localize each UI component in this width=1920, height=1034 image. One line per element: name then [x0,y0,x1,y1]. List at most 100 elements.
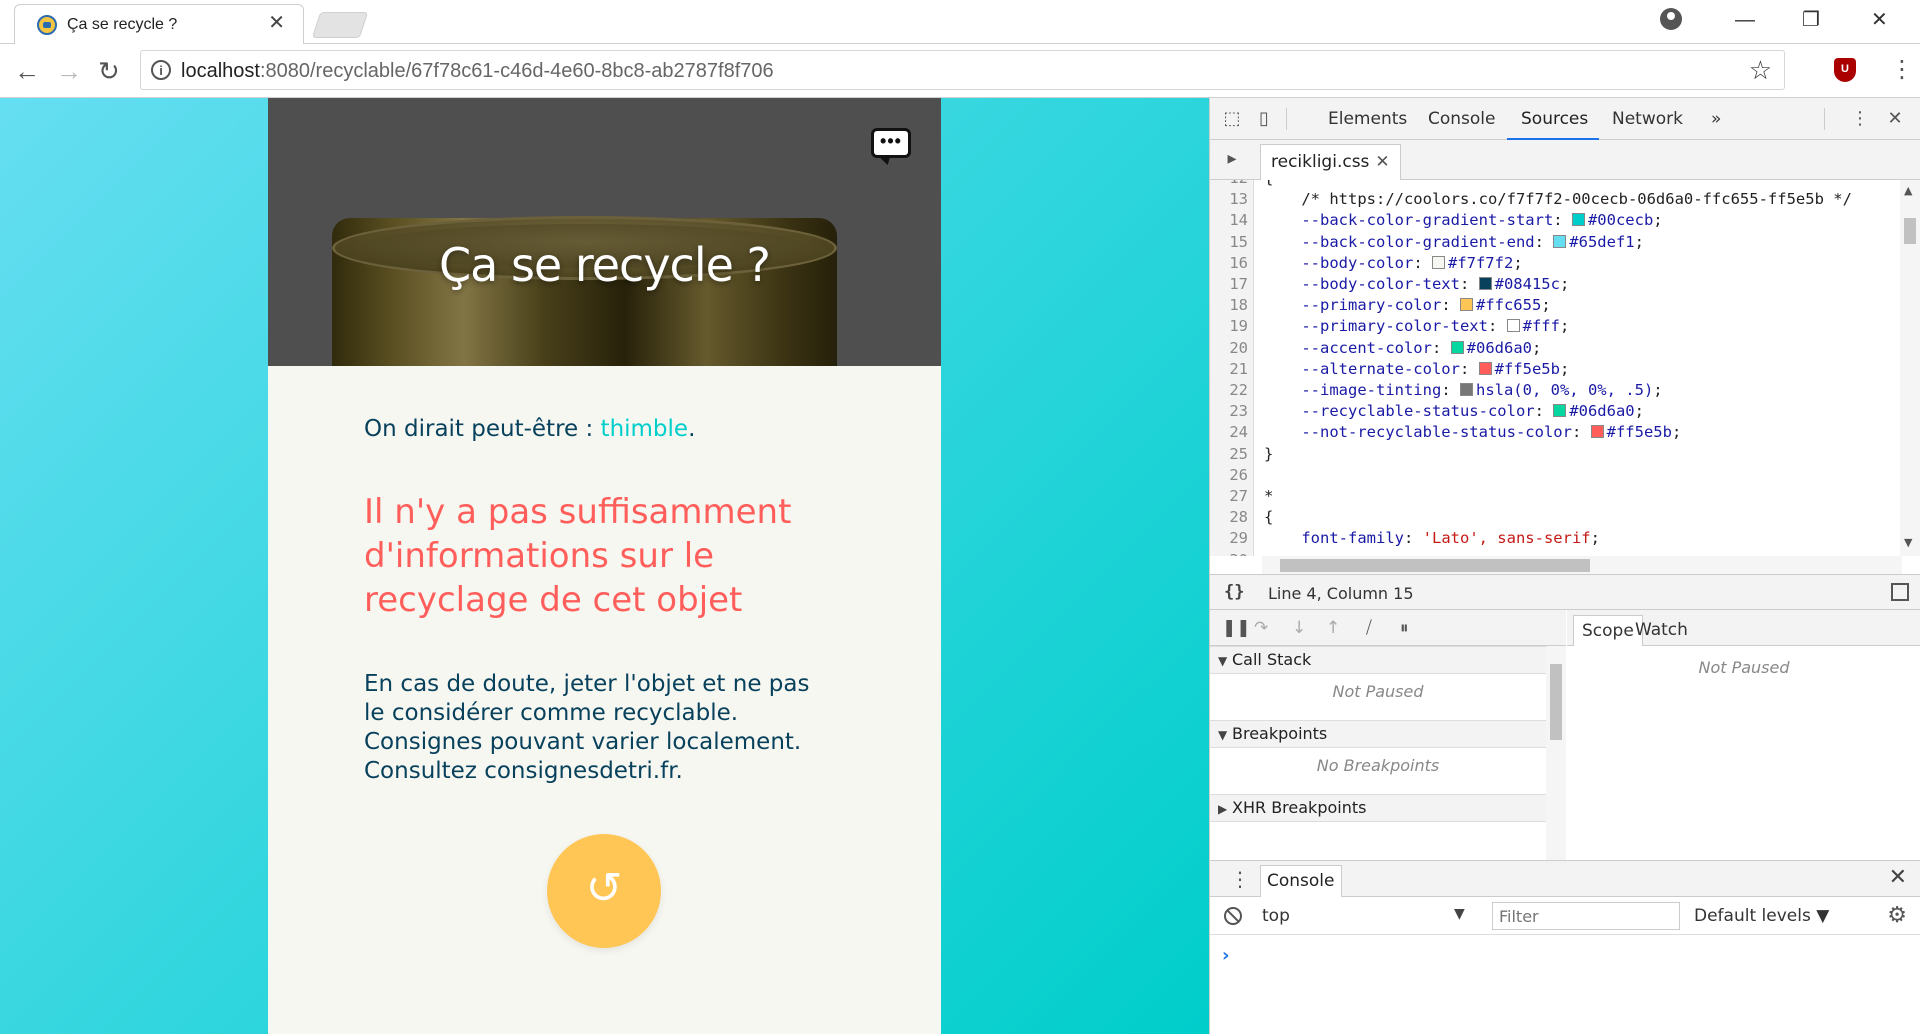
line-number: 21 [1229,359,1248,378]
new-tab-button[interactable] [311,12,369,38]
dropdown-arrow-icon[interactable]: ▼ [1454,906,1465,922]
tab-elements[interactable]: Elements [1328,109,1407,129]
editor-vertical-scrollbar[interactable]: ▲ ▼ [1900,180,1920,556]
step-over-icon[interactable]: ↷ [1254,618,1268,638]
hero-header: Ça se recycle ? ••• [268,98,941,366]
file-tab-close-icon[interactable]: ✕ [1375,152,1389,172]
retry-button[interactable]: ↺ [547,834,661,948]
log-levels-label: Default levels [1694,906,1811,926]
css-value: #fff [1522,317,1560,336]
browser-tab[interactable]: Ça se recycle ? ✕ [14,4,304,44]
console-prompt-icon[interactable]: › [1222,945,1229,966]
color-swatch[interactable] [1553,234,1567,248]
file-tab-label: recikligi.css [1271,152,1370,172]
line-number: 25 [1229,444,1248,463]
editor-horizontal-scrollbar[interactable] [1262,556,1902,574]
drawer-menu-icon[interactable]: ⋮ [1230,867,1250,891]
pretty-print-icon[interactable]: {} [1224,582,1244,602]
css-value: #06d6a0 [1569,402,1635,421]
tab-close-icon[interactable]: ✕ [268,13,285,33]
css-property: --image-tinting [1301,381,1442,399]
back-icon[interactable]: ← [14,56,40,86]
css-value: 'Lato', sans-serif [1422,529,1591,548]
console-settings-gear-icon[interactable]: ⚙ [1887,903,1907,928]
xhr-breakpoints-label: XHR Breakpoints [1232,798,1367,817]
breakpoints-header[interactable]: ▼ Breakpoints [1210,720,1546,748]
tab-watch[interactable]: Watch [1627,615,1696,646]
pause-icon[interactable]: ❚❚ [1222,618,1251,638]
tab-sources[interactable]: Sources [1521,109,1588,129]
debugger-sidebar: ❚❚ ↷ ↓ ↑ ⧸ ⏸ ▼ Call Stack Not Paused ▼ Bre… [1210,610,1566,860]
devtools-menu-icon[interactable]: ⋮ [1850,108,1870,130]
toggle-debugger-icon[interactable] [1891,583,1909,601]
minimize-icon[interactable]: — [1735,6,1755,34]
log-levels-dropdown[interactable]: Default levels ▼ [1694,906,1829,926]
line-number: 24 [1229,423,1248,442]
url-text: localhost:8080/recyclable/67f78c61-c46d-… [181,60,774,83]
recycle-status: Il n'y a pas suffisamment d'informations… [364,492,792,620]
color-swatch[interactable] [1450,340,1464,354]
color-swatch[interactable] [1553,404,1567,418]
drawer-close-icon[interactable]: ✕ [1889,865,1907,890]
forward-icon[interactable]: → [56,56,82,86]
color-swatch[interactable] [1571,213,1585,227]
code-text: --back-color-gradient-end: #65def1; [1301,232,1644,251]
color-swatch[interactable] [1459,298,1473,312]
color-swatch[interactable] [1478,361,1492,375]
file-tab-recikligi-css[interactable]: recikligi.css ✕ [1260,144,1401,180]
tab-network[interactable]: Network [1612,109,1683,129]
console-filter-input[interactable] [1492,902,1680,930]
color-swatch[interactable] [1590,425,1604,439]
pause-on-exceptions-icon[interactable]: ⏸ [1400,618,1409,638]
scroll-thumb[interactable] [1550,664,1562,740]
app-card: Ça se recycle ? ••• On dirait peut-être … [268,98,941,1034]
console-toolbar: top ▼ Default levels ▼ ⚙ [1210,897,1920,935]
context-selector[interactable]: top [1262,906,1290,926]
scroll-up-icon[interactable]: ▲ [1904,184,1912,197]
device-toolbar-icon[interactable]: ▯ [1254,108,1274,130]
drawer-tab-console[interactable]: Console [1260,865,1342,897]
bookmark-star-icon[interactable]: ☆ [1749,56,1772,84]
feedback-chat-icon[interactable]: ••• [871,128,911,158]
line-number: 14 [1229,211,1248,230]
step-out-icon[interactable]: ↑ [1326,618,1340,638]
scroll-thumb[interactable] [1904,218,1916,244]
devtools-panel: ⬚ ▯ Elements Console Sources Network » ⋮… [1209,98,1920,1034]
color-swatch[interactable] [1478,277,1492,290]
color-swatch[interactable] [1431,255,1445,269]
devtools-close-icon[interactable]: ✕ [1885,108,1905,130]
css-value: #06d6a0 [1466,338,1532,357]
profile-icon[interactable] [1660,8,1682,30]
color-swatch[interactable] [1459,383,1473,396]
color-swatch[interactable] [1506,319,1520,333]
code-line: 19 --primary-color-text: #fff; [1210,316,1900,337]
sidebar-scrollbar[interactable] [1546,646,1566,860]
browser-menu-icon[interactable]: ⋮ [1890,56,1914,84]
deactivate-breakpoints-icon[interactable]: ⧸ [1366,618,1372,638]
site-info-icon[interactable]: i [151,60,171,80]
scroll-thumb[interactable] [1280,559,1590,572]
code-text: { [1264,180,1273,189]
xhr-breakpoints-header[interactable]: ▶ XHR Breakpoints [1210,794,1546,822]
inspect-element-icon[interactable]: ⬚ [1222,108,1242,130]
guess-item: thimble [600,416,689,442]
more-tabs-icon[interactable]: » [1711,109,1721,129]
code-line: 24 --not-recyclable-status-color: #ff5e5… [1210,422,1900,443]
tab-console[interactable]: Console [1428,109,1496,129]
scroll-down-icon[interactable]: ▼ [1904,536,1912,549]
reload-icon[interactable]: ↻ [98,56,120,86]
css-value: #ff5e5b [1494,359,1560,378]
window-close-icon[interactable]: ✕ [1871,6,1888,34]
toggle-navigator-icon[interactable]: ▸ [1222,148,1242,170]
code-line: 15 --back-color-gradient-end: #65def1; [1210,232,1900,253]
step-into-icon[interactable]: ↓ [1292,618,1306,638]
line-number: 27 [1229,487,1248,505]
css-property: --body-color-text [1301,275,1460,293]
code-editor[interactable]: 12 {13 /* https://coolors.co/f7f7f2-00cec… [1210,180,1920,556]
clear-console-icon[interactable] [1224,907,1242,925]
code-line: 23 --recyclable-status-color: #06d6a0; [1210,401,1900,422]
restore-icon[interactable]: ❐ [1802,6,1820,34]
address-bar[interactable]: i localhost:8080/recyclable/67f78c61-c46… [140,50,1785,90]
call-stack-header[interactable]: ▼ Call Stack [1210,646,1546,674]
ublock-extension-icon[interactable]: U [1834,58,1856,82]
